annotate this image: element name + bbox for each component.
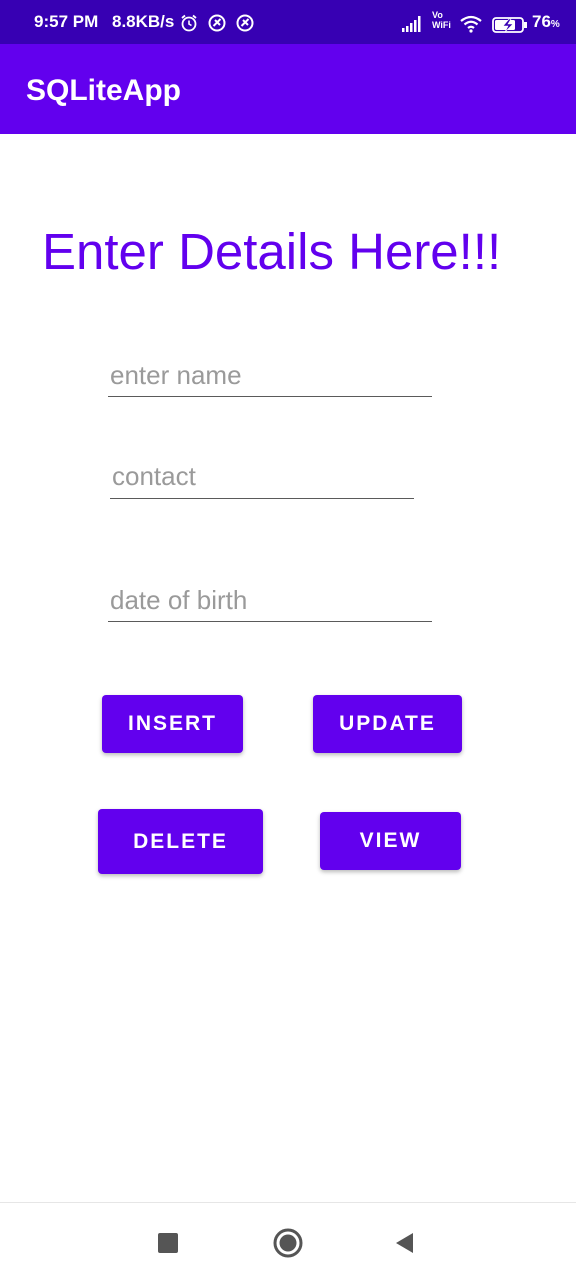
status-bar: 9:57 PM 8.8KB/s Vo WiFi 76% xyxy=(0,0,576,44)
home-button[interactable] xyxy=(272,1227,304,1259)
app-notification-icon xyxy=(208,14,226,32)
battery-level-unit: % xyxy=(550,19,560,30)
app-title: SQLiteApp xyxy=(26,74,181,107)
signal-icon xyxy=(402,16,421,32)
vowifi-bottom-label: WiFi xyxy=(432,20,451,30)
navigation-bar xyxy=(0,1202,576,1280)
vowifi-top-label: Vo xyxy=(432,10,443,20)
home-icon xyxy=(273,1228,303,1258)
battery-level-value: 76 xyxy=(532,12,551,31)
view-button[interactable]: VIEW xyxy=(320,812,461,870)
status-time: 9:57 PM xyxy=(34,12,99,31)
status-net-speed: 8.8KB/s xyxy=(112,12,175,31)
alarm-icon xyxy=(181,14,197,32)
wifi-icon xyxy=(460,15,482,33)
back-button[interactable] xyxy=(388,1227,420,1259)
app-bar: SQLiteApp xyxy=(0,44,576,134)
name-input[interactable] xyxy=(108,358,432,397)
back-icon xyxy=(396,1233,413,1253)
contact-input[interactable] xyxy=(110,458,414,499)
battery-charging-icon xyxy=(492,17,527,33)
page-heading: Enter Details Here!!! xyxy=(42,223,502,280)
recents-icon xyxy=(158,1233,178,1253)
recents-button[interactable] xyxy=(152,1227,184,1259)
date-of-birth-input[interactable] xyxy=(108,583,432,622)
battery-level: 76% xyxy=(532,12,560,32)
vowifi-indicator: Vo WiFi xyxy=(432,10,451,30)
update-button[interactable]: UPDATE xyxy=(313,695,462,753)
app-notification-icon xyxy=(236,14,254,32)
insert-button[interactable]: INSERT xyxy=(102,695,243,753)
delete-button[interactable]: DELETE xyxy=(98,809,263,874)
